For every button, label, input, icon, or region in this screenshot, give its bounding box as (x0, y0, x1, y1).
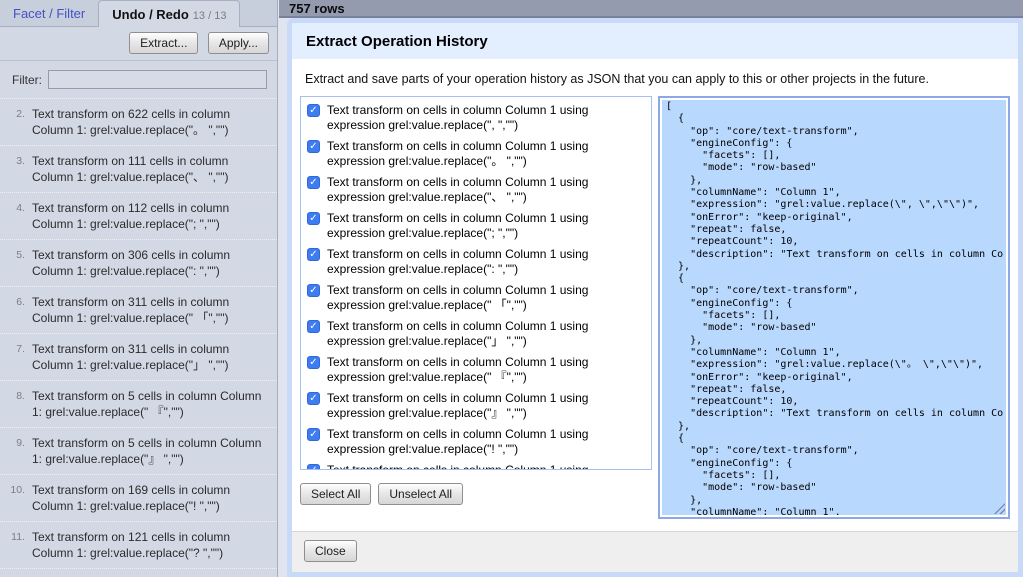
json-output-container: [ { "op": "core/text-transform", "engine… (658, 96, 1010, 519)
operation-label: Text transform on cells in column Column… (327, 391, 647, 421)
selection-buttons: Select All Unselect All (300, 483, 652, 505)
apply-button[interactable]: Apply... (208, 32, 269, 54)
history-filter-input[interactable] (48, 70, 267, 89)
history-item-number: 2. (0, 106, 32, 138)
operations-column: ✓ Text transform on cells in column Colu… (300, 96, 652, 505)
panel-tabbar: Facet / Filter Undo / Redo 13 / 13 (0, 0, 277, 27)
undo-redo-count: 13 / 13 (193, 10, 227, 22)
operation-checkbox[interactable]: ✓ (307, 140, 320, 153)
history-item-text: Text transform on 169 cells in column Co… (32, 482, 265, 514)
history-item-text: Text transform on 306 cells in column Co… (32, 247, 265, 279)
history-item-text: Text transform on 311 cells in column Co… (32, 294, 265, 326)
history-controls: Extract... Apply... (0, 27, 277, 61)
extract-operation-history-dialog: Extract Operation History Extract and sa… (287, 18, 1023, 577)
history-item-number: 11. (0, 529, 32, 561)
history-item-text: Text transform on 5 cells in column Colu… (32, 388, 265, 420)
history-item-text: Text transform on 5 cells in column Colu… (32, 435, 265, 467)
history-item[interactable]: 5. Text transform on 306 cells in column… (0, 239, 277, 286)
operation-row: ✓ Text transform on cells in column Colu… (306, 391, 647, 421)
left-panel: Facet / Filter Undo / Redo 13 / 13 Extrac… (0, 0, 278, 577)
history-item[interactable]: 4. Text transform on 112 cells in column… (0, 192, 277, 239)
operation-label: Text transform on cells in column Column… (327, 427, 647, 457)
filter-label: Filter: (12, 73, 42, 87)
operation-row: ✓ Text transform on cells in column Colu… (306, 103, 647, 133)
history-item[interactable]: 7. Text transform on 311 cells in column… (0, 333, 277, 380)
history-item-number: 8. (0, 388, 32, 420)
operation-checkbox[interactable]: ✓ (307, 212, 320, 225)
operation-checkbox[interactable]: ✓ (307, 356, 320, 369)
operation-row: ✓ Text transform on cells in column Colu… (306, 463, 647, 470)
operation-label: Text transform on cells in column Column… (327, 247, 647, 277)
dialog-title: Extract Operation History (292, 23, 1018, 59)
select-all-button[interactable]: Select All (300, 483, 371, 505)
operation-row: ✓ Text transform on cells in column Colu… (306, 355, 647, 385)
history-item-number: 10. (0, 482, 32, 514)
tab-undo-redo-label: Undo / Redo (112, 7, 189, 22)
history-item-number: 3. (0, 153, 32, 185)
operation-row: ✓ Text transform on cells in column Colu… (306, 319, 647, 349)
operation-checkbox[interactable]: ✓ (307, 392, 320, 405)
history-item[interactable]: 11. Text transform on 121 cells in colum… (0, 521, 277, 568)
operation-checkbox[interactable]: ✓ (307, 464, 320, 470)
history-item-number: 6. (0, 294, 32, 326)
operation-checkbox[interactable]: ✓ (307, 176, 320, 189)
operation-checkbox[interactable]: ✓ (307, 428, 320, 441)
history-item-number: 5. (0, 247, 32, 279)
dialog-description: Extract and save parts of your operation… (300, 66, 1010, 86)
history-item-number: 4. (0, 200, 32, 232)
operation-row: ✓ Text transform on cells in column Colu… (306, 427, 647, 457)
history-item[interactable]: 3. Text transform on 111 cells in column… (0, 145, 277, 192)
dialog-footer: Close (292, 531, 1018, 572)
operation-row: ✓ Text transform on cells in column Colu… (306, 247, 647, 277)
operation-row: ✓ Text transform on cells in column Colu… (306, 283, 647, 313)
operation-label: Text transform on cells in column Column… (327, 211, 647, 241)
history-item-text: Text transform on 112 cells in column Co… (32, 200, 265, 232)
json-column: [ { "op": "core/text-transform", "engine… (658, 96, 1010, 519)
operation-label: Text transform on cells in column Column… (327, 103, 647, 133)
tab-facet-filter[interactable]: Facet / Filter (0, 0, 98, 26)
history-item[interactable]: 2. Text transform on 622 cells in column… (0, 98, 277, 145)
dialog-body: Extract and save parts of your operation… (292, 59, 1018, 531)
rows-count-text: 757 rows (289, 1, 345, 16)
json-output-textarea[interactable]: [ { "op": "core/text-transform", "engine… (662, 100, 1006, 515)
operation-label: Text transform on cells in column Column… (327, 319, 647, 349)
dialog-columns: ✓ Text transform on cells in column Colu… (300, 96, 1010, 519)
history-item[interactable]: 6. Text transform on 311 cells in column… (0, 286, 277, 333)
operation-checkbox[interactable]: ✓ (307, 248, 320, 261)
operation-label: Text transform on cells in column Column… (327, 355, 647, 385)
operation-row: ✓ Text transform on cells in column Colu… (306, 139, 647, 169)
operation-row: ✓ Text transform on cells in column Colu… (306, 211, 647, 241)
history-item-number: 9. (0, 435, 32, 467)
operation-label: Text transform on cells in column Column… (327, 175, 647, 205)
operation-label: Text transform on cells in column Column… (327, 283, 647, 313)
extract-button[interactable]: Extract... (129, 32, 198, 54)
history-item[interactable]: 9. Text transform on 5 cells in column C… (0, 427, 277, 474)
history-item-text: Text transform on 111 cells in column Co… (32, 153, 265, 185)
close-button[interactable]: Close (304, 540, 357, 562)
history-list: 2. Text transform on 622 cells in column… (0, 98, 277, 577)
history-filter-row: Filter: (0, 61, 277, 98)
history-item-text: Text transform on 311 cells in column Co… (32, 341, 265, 373)
tab-undo-redo[interactable]: Undo / Redo 13 / 13 (98, 0, 240, 27)
operation-checkbox[interactable]: ✓ (307, 104, 320, 117)
history-item-text: Text transform on 622 cells in column Co… (32, 106, 265, 138)
history-item[interactable]: 12. Text transform on 0 cells in column … (0, 568, 277, 577)
operation-row: ✓ Text transform on cells in column Colu… (306, 175, 647, 205)
unselect-all-button[interactable]: Unselect All (378, 483, 463, 505)
operation-checkbox[interactable]: ✓ (307, 284, 320, 297)
operation-label: Text transform on cells in column Column… (327, 139, 647, 169)
operation-label: Text transform on cells in column Column… (327, 463, 647, 470)
history-item[interactable]: 10. Text transform on 169 cells in colum… (0, 474, 277, 521)
operations-list[interactable]: ✓ Text transform on cells in column Colu… (300, 96, 652, 470)
history-item-text: Text transform on 121 cells in column Co… (32, 529, 265, 561)
history-item-number: 7. (0, 341, 32, 373)
rows-summary-bar: 757 rows (279, 0, 1023, 18)
history-item[interactable]: 8. Text transform on 5 cells in column C… (0, 380, 277, 427)
operation-checkbox[interactable]: ✓ (307, 320, 320, 333)
